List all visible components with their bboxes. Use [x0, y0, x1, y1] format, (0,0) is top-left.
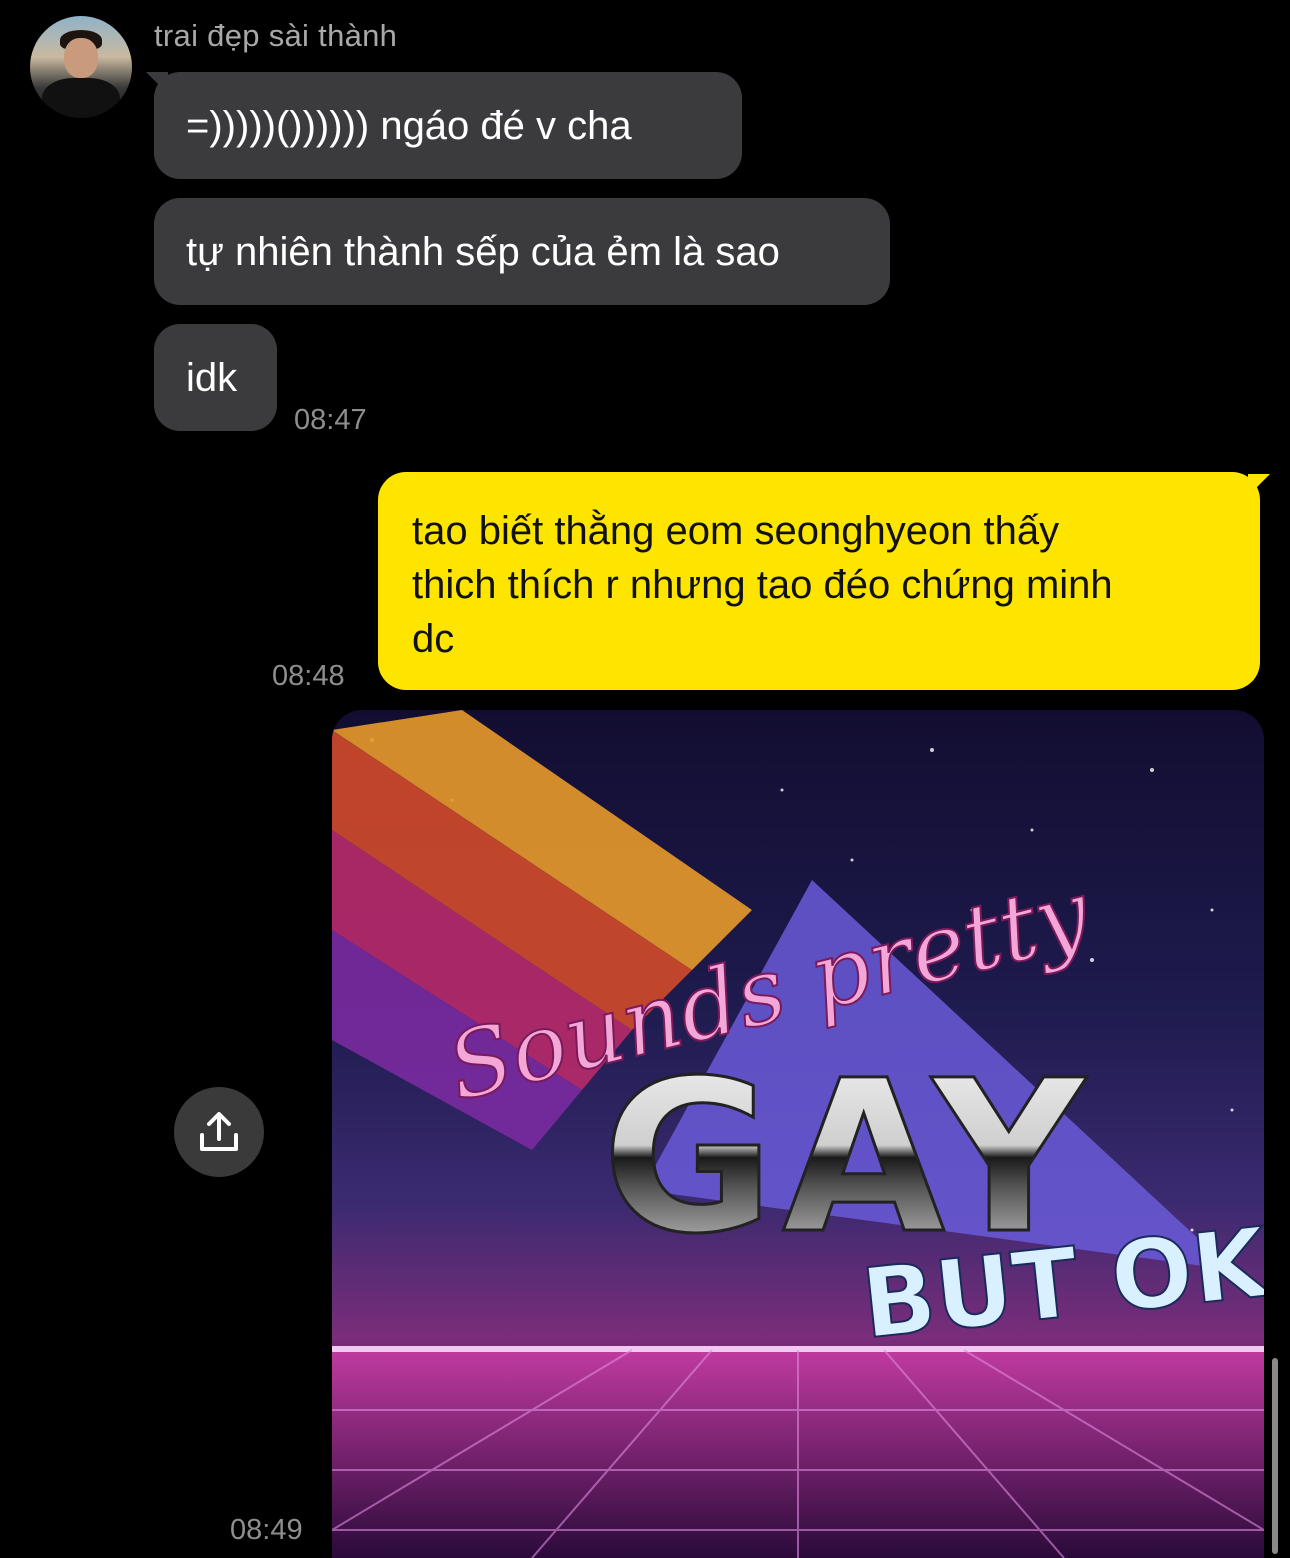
incoming-message-3[interactable]: idk — [154, 324, 277, 431]
outgoing-message[interactable]: tao biết thằng eom seonghyeon thấy thich… — [378, 472, 1260, 690]
sender-avatar[interactable] — [30, 16, 132, 118]
avatar-shirt — [42, 78, 120, 118]
avatar-face — [64, 38, 98, 78]
share-button[interactable] — [174, 1087, 264, 1177]
sender-name: trai đẹp sài thành — [154, 18, 398, 53]
message-line: thich thích r nhưng tao đéo chứng minh — [412, 563, 1113, 607]
message-line: dc — [412, 617, 455, 661]
image-message[interactable]: Sounds pretty GAY BUT OK — [332, 710, 1264, 1558]
scrollbar[interactable] — [1272, 1358, 1278, 1554]
message-text: =)))))()))))) ngáo đé v cha — [186, 103, 632, 148]
outgoing-timestamp: 08:48 — [272, 660, 345, 692]
message-text: tự nhiên thành sếp của ẻm là sao — [186, 229, 780, 274]
incoming-message-2[interactable]: tự nhiên thành sếp của ẻm là sao — [154, 198, 890, 305]
meme-artwork: Sounds pretty GAY BUT OK — [332, 710, 1264, 1558]
message-line: tao biết thằng eom seonghyeon thấy — [412, 509, 1060, 553]
incoming-message-1[interactable]: =)))))()))))) ngáo đé v cha — [154, 72, 742, 179]
share-upload-icon — [200, 1112, 238, 1151]
incoming-timestamp: 08:47 — [294, 404, 367, 436]
message-text: idk — [186, 355, 238, 400]
image-timestamp: 08:49 — [230, 1514, 303, 1546]
